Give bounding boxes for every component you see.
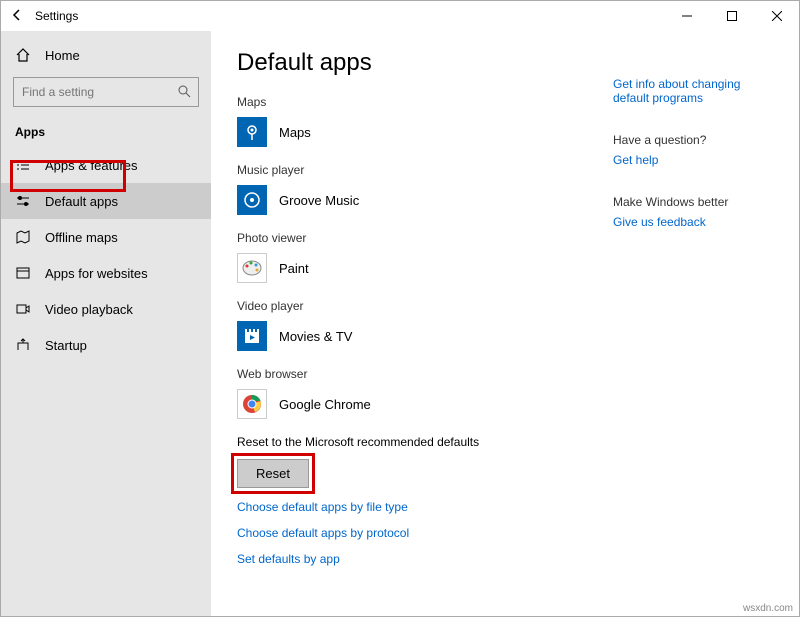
default-app-maps[interactable]: Maps xyxy=(237,117,613,147)
category-label-browser: Web browser xyxy=(237,367,613,381)
category-label-music: Music player xyxy=(237,163,613,177)
home-icon xyxy=(15,47,31,63)
link-info-programs[interactable]: Get info about changing default programs xyxy=(613,77,773,105)
close-button[interactable] xyxy=(754,1,799,31)
app-name: Movies & TV xyxy=(279,329,352,344)
category-label-photo: Photo viewer xyxy=(237,231,613,245)
home-label: Home xyxy=(45,48,80,63)
home-button[interactable]: Home xyxy=(1,39,211,71)
startup-icon xyxy=(15,337,31,353)
sidebar: Home Apps Apps & features Default apps O… xyxy=(1,31,211,616)
app-name: Google Chrome xyxy=(279,397,371,412)
category-label-video: Video player xyxy=(237,299,613,313)
sidebar-item-apps-websites[interactable]: Apps for websites xyxy=(1,255,211,291)
category-label-maps: Maps xyxy=(237,95,613,109)
maps-icon xyxy=(237,117,267,147)
link-file-type[interactable]: Choose default apps by file type xyxy=(237,500,613,514)
maximize-button[interactable] xyxy=(709,1,754,31)
movies-icon xyxy=(237,321,267,351)
sidebar-item-label: Offline maps xyxy=(45,230,118,245)
paint-icon xyxy=(237,253,267,283)
link-get-help[interactable]: Get help xyxy=(613,153,773,167)
feedback-heading: Make Windows better xyxy=(613,195,773,209)
list-icon xyxy=(15,157,31,173)
link-by-app[interactable]: Set defaults by app xyxy=(237,552,613,566)
defaults-icon xyxy=(15,193,31,209)
sidebar-item-label: Apps for websites xyxy=(45,266,148,281)
sidebar-item-label: Video playback xyxy=(45,302,133,317)
page-title: Default apps xyxy=(237,49,613,77)
video-icon xyxy=(15,301,31,317)
link-protocol[interactable]: Choose default apps by protocol xyxy=(237,526,613,540)
sidebar-item-label: Apps & features xyxy=(45,158,138,173)
app-name: Maps xyxy=(279,125,311,140)
sidebar-item-label: Startup xyxy=(45,338,87,353)
sidebar-item-label: Default apps xyxy=(45,194,118,209)
window-title: Settings xyxy=(35,9,78,23)
reset-button[interactable]: Reset xyxy=(237,459,309,488)
default-app-browser[interactable]: Google Chrome xyxy=(237,389,613,419)
default-app-music[interactable]: Groove Music xyxy=(237,185,613,215)
search-input[interactable] xyxy=(13,77,199,107)
app-name: Groove Music xyxy=(279,193,359,208)
app-name: Paint xyxy=(279,261,309,276)
sidebar-item-startup[interactable]: Startup xyxy=(1,327,211,363)
minimize-button[interactable] xyxy=(664,1,709,31)
map-icon xyxy=(15,229,31,245)
link-feedback[interactable]: Give us feedback xyxy=(613,215,773,229)
music-icon xyxy=(237,185,267,215)
default-app-video[interactable]: Movies & TV xyxy=(237,321,613,351)
sidebar-item-default-apps[interactable]: Default apps xyxy=(1,183,211,219)
search-icon xyxy=(177,84,191,101)
default-app-photo[interactable]: Paint xyxy=(237,253,613,283)
sidebar-item-offline-maps[interactable]: Offline maps xyxy=(1,219,211,255)
chrome-icon xyxy=(237,389,267,419)
help-heading: Have a question? xyxy=(613,133,773,147)
sidebar-item-video-playback[interactable]: Video playback xyxy=(1,291,211,327)
watermark: wsxdn.com xyxy=(743,603,793,614)
sidebar-item-apps-features[interactable]: Apps & features xyxy=(1,147,211,183)
website-icon xyxy=(15,265,31,281)
sidebar-group-label: Apps xyxy=(1,121,211,147)
reset-label: Reset to the Microsoft recommended defau… xyxy=(237,435,613,449)
back-button[interactable] xyxy=(9,7,25,26)
